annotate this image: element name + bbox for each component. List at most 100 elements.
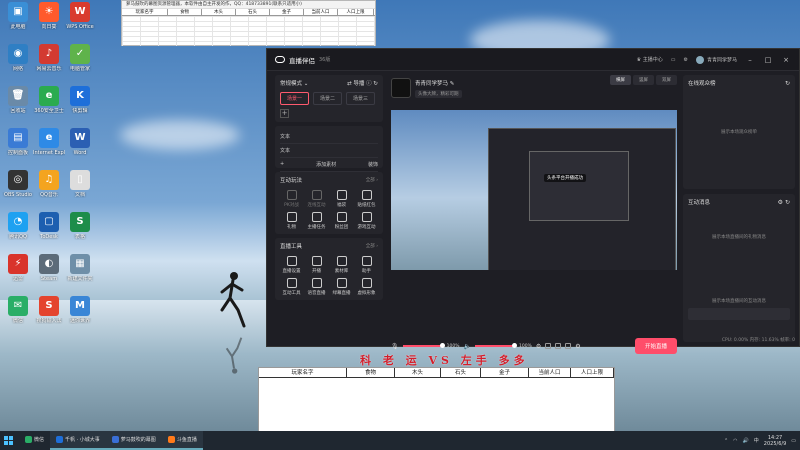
more-settings-icon[interactable]: ⚙	[575, 343, 580, 350]
desktop-icon[interactable]: S 表格	[64, 212, 96, 240]
tool-item[interactable]: 绿幕直播	[330, 278, 353, 296]
add-scene-button[interactable]: +	[280, 109, 289, 118]
tool-item[interactable]: 助手	[355, 256, 378, 274]
start-live-button[interactable]: 开始直播	[634, 338, 677, 354]
live-tools-all-link[interactable]: 全部 ›	[366, 243, 378, 249]
speaker-icon[interactable]: 🔈	[464, 343, 471, 350]
scene-tab[interactable]: 场景一	[280, 92, 310, 105]
tool-item[interactable]: 游戏互动	[355, 212, 378, 230]
tool-item[interactable]: 语音直播	[305, 278, 328, 296]
desktop-icon[interactable]: ☀ 向日葵	[33, 2, 65, 30]
table-grid[interactable]	[122, 16, 375, 46]
source-item[interactable]: + 添加素材 装饰	[280, 158, 378, 172]
tool-item[interactable]: 素材库	[330, 256, 353, 274]
camera-icon[interactable]	[545, 343, 552, 349]
network-icon[interactable]: ◠	[733, 438, 737, 444]
input-language[interactable]: 中	[754, 437, 759, 444]
microphone-icon[interactable]: 🎙	[391, 343, 399, 350]
stream-preview[interactable]: 头条平台开播成功	[391, 110, 677, 270]
volume-icon[interactable]: 🔊	[743, 438, 749, 444]
desktop-icon[interactable]: ▢ ToDesk	[33, 212, 65, 240]
tool-item[interactable]: 贴纸红包	[355, 190, 378, 208]
tool-item[interactable]: 粉丝团	[330, 212, 353, 230]
record-icon[interactable]	[555, 343, 562, 349]
desktop-icon[interactable]: ◉ 网络	[2, 44, 34, 72]
desktop-icon[interactable]: ♪ 网易云音乐	[33, 44, 65, 72]
tool-item[interactable]: 福袋	[330, 190, 353, 208]
taskbar-item[interactable]: 斗鱼直播	[161, 431, 203, 450]
mic-volume-slider[interactable]	[402, 343, 445, 348]
interactive-all-link[interactable]: 全部 ›	[366, 177, 378, 183]
app-icon: K	[70, 86, 90, 106]
creator-center-link[interactable]: ♛ 主播中心	[637, 56, 663, 63]
tool-item[interactable]: 礼物	[280, 212, 303, 230]
app-icon: 🗑	[8, 86, 28, 106]
settings-icon[interactable]: ⚙	[684, 57, 688, 63]
tool-item[interactable]: 连线互动	[305, 190, 328, 208]
room-cover-image[interactable]	[391, 78, 411, 98]
tool-item[interactable]: 互动工具	[280, 278, 303, 296]
desktop-icon[interactable]: ◎ OBS Studio	[2, 170, 34, 198]
guide-toggle[interactable]: ⇄ 导播 ⓘ ↻	[347, 79, 378, 87]
view-tab[interactable]: 竖屏	[633, 75, 654, 85]
spreadsheet-window-top[interactable]: 萝马鼓吹的幕图资源管理器，本软件由自主开发的作，QQ：418733891(联系只…	[121, 0, 376, 46]
desktop-icon[interactable]: e 360安全卫士	[33, 86, 65, 114]
user-menu[interactable]: 青青同学梦马	[695, 55, 737, 64]
desktop-icon[interactable]: S 搜狗输入法	[33, 296, 65, 324]
desktop-icon[interactable]: W Word	[64, 128, 96, 156]
desktop-icon[interactable]: M 迷你世界	[64, 296, 96, 324]
clock[interactable]: 14:27 2025/6/9	[764, 435, 786, 447]
refresh-icon[interactable]: ↻	[785, 199, 790, 206]
taskbar-item[interactable]: 萝马鼓吹的幕图	[105, 431, 162, 450]
desktop-icon[interactable]: K 快剪辑	[64, 86, 96, 114]
chevron-up-icon[interactable]: ⌃	[724, 438, 728, 444]
audio-settings-icon[interactable]: ⚙	[536, 343, 541, 350]
speaker-volume-slider[interactable]	[474, 343, 517, 348]
desktop-icon[interactable]: e Internet Explorer	[33, 128, 65, 156]
tool-item[interactable]: 开播	[305, 256, 328, 274]
spreadsheet-window-bottom[interactable]: 玩家名字 食物 木头 石头 金子 当前人口 人口上限	[258, 367, 615, 437]
maximize-icon[interactable]: □	[763, 56, 773, 64]
desktop-icon[interactable]: ▤ 控制面板	[2, 128, 34, 156]
edit-icon[interactable]: ✎	[450, 81, 455, 87]
source-item[interactable]: 文本	[280, 144, 378, 158]
live-companion-window[interactable]: 直播伴侣 36版 ♛ 主播中心 ▭ ⚙ 青青同学梦马 – □ × 常规模式 ⌄ …	[266, 48, 800, 354]
preview-nested-window: 头条平台开播成功	[488, 128, 676, 270]
minimize-icon[interactable]: –	[745, 56, 755, 64]
close-icon[interactable]: ×	[781, 56, 791, 64]
desktop-icon[interactable]: W WPS Office	[64, 2, 96, 30]
desktop-icon[interactable]: ◔ 腾讯QQ	[2, 212, 34, 240]
message-icon[interactable]: ▭	[671, 57, 676, 63]
mode-select[interactable]: 常规模式 ⌄	[280, 79, 308, 87]
tool-item[interactable]: 直播设置	[280, 256, 303, 274]
table-grid[interactable]	[259, 378, 614, 437]
desktop-icon[interactable]: 🗑 回收站	[2, 86, 34, 114]
scene-tab[interactable]: 场景二	[313, 92, 343, 105]
desktop-icon[interactable]: ✉ 微信	[2, 296, 34, 324]
desktop-icon[interactable]: ▯ 文档	[64, 170, 96, 198]
taskbar-item[interactable]: 微信	[19, 431, 50, 450]
desktop-icon[interactable]: ▣ 此电脑	[2, 2, 34, 30]
screen-icon[interactable]	[565, 343, 572, 349]
chat-input[interactable]	[688, 308, 790, 320]
tool-item[interactable]: PK对战	[280, 190, 303, 208]
desktop-icon[interactable]: ♫ QQ音乐	[33, 170, 65, 198]
desktop-icon[interactable]: ▦ 新建文件夹	[64, 254, 96, 282]
desktop-icon[interactable]: ⚡ 迅雷	[2, 254, 34, 282]
refresh-icon[interactable]: ↻	[373, 81, 378, 87]
view-tab[interactable]: 横屏	[610, 75, 631, 85]
refresh-icon[interactable]: ↻	[785, 80, 790, 87]
taskbar-item[interactable]: 千帆 · 小城大事	[50, 431, 106, 450]
source-extra[interactable]: 装饰	[368, 161, 378, 168]
desktop-icon[interactable]: ✓ 电脑管家	[64, 44, 96, 72]
notification-icon[interactable]: ▭	[791, 438, 796, 444]
tool-item[interactable]: 虚拟形象	[355, 278, 378, 296]
view-tab[interactable]: 双屏	[656, 75, 677, 85]
start-menu-icon[interactable]	[4, 436, 13, 445]
desktop-icon[interactable]: ◐ Steam	[33, 254, 65, 282]
help-icon[interactable]: ⓘ	[366, 81, 372, 87]
source-item[interactable]: 文本	[280, 130, 378, 144]
settings-icon[interactable]: ⚙	[778, 199, 783, 206]
tool-item[interactable]: 主播任务	[305, 212, 328, 230]
scene-tab[interactable]: 场景三	[346, 92, 376, 105]
